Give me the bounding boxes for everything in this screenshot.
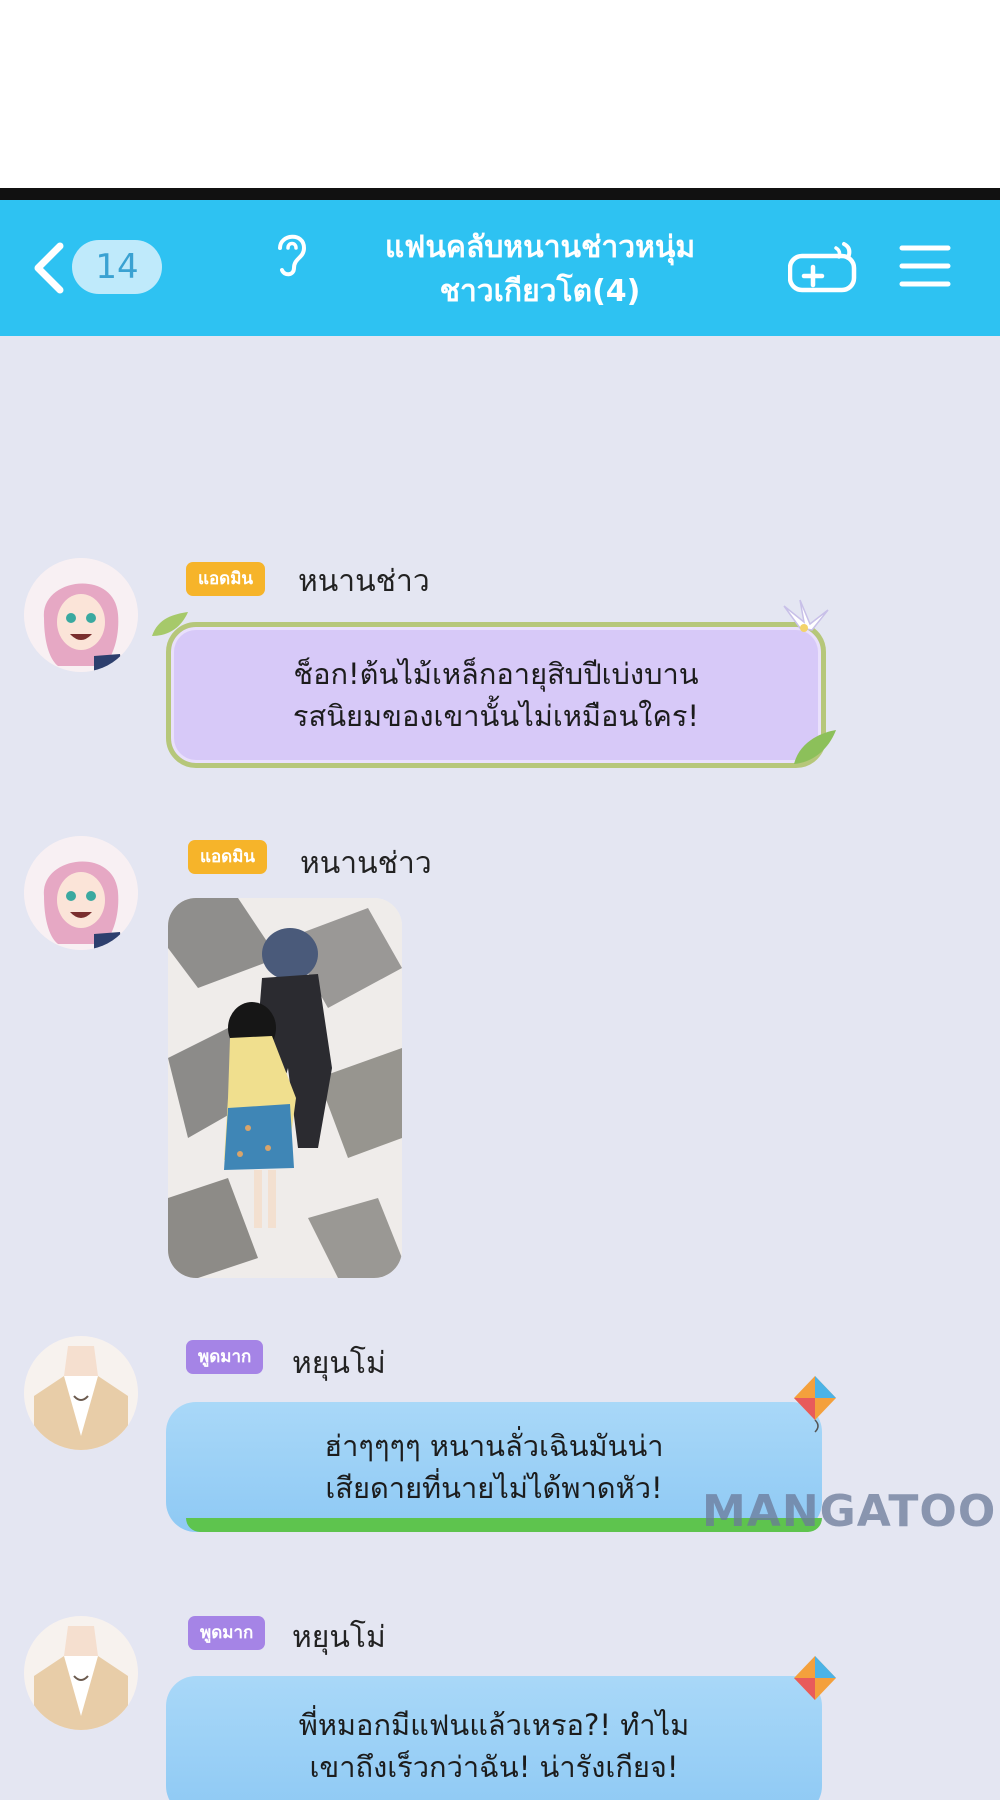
leaf-decoration-icon [152, 612, 188, 636]
back-chevron-icon[interactable] [28, 240, 68, 296]
role-badge-talkative: พูดมาก [188, 1616, 266, 1650]
avatar[interactable] [24, 558, 138, 672]
menu-icon[interactable] [898, 240, 952, 292]
watermark: MANGATOON [702, 1486, 1000, 1537]
role-badge-talkative: พูดมาก [186, 1340, 264, 1374]
message-bubble[interactable]: พี่หมอกมีแฟนแล้วเหรอ?! ทำไม เขาถึงเร็วกว… [166, 1676, 822, 1800]
role-badge-admin: แอดมิน [188, 840, 268, 874]
gamepad-icon[interactable] [788, 236, 860, 298]
sender-name: หนานช่าว [300, 846, 432, 881]
chat-header: 14 แฟนคลับหนานช่าวหนุ่ม ชาวเกียวโต(4) [0, 200, 1000, 336]
message-line-2: รสนิยมของเขานั้นไม่เหมือนใคร! [292, 699, 700, 733]
ear-icon[interactable] [270, 228, 314, 280]
chat-screen: 14 แฟนคลับหนานช่าวหนุ่ม ชาวเกียวโต(4) แอ… [0, 200, 1000, 1800]
chat-title-line-1: แฟนคลับหนานช่าวหนุ่ม [384, 230, 696, 265]
unread-count-badge[interactable]: 14 [72, 240, 162, 294]
role-badge-admin: แอดมิน [186, 562, 266, 596]
message-line-1: ช็อก!ต้นไม้เหล็กอายุสิบปีเบ่งบาน [293, 657, 699, 691]
message-image[interactable] [168, 898, 402, 1278]
avatar[interactable] [24, 836, 138, 950]
avatar[interactable] [24, 1616, 138, 1730]
avatar[interactable] [24, 1336, 138, 1450]
sender-name: หนานช่าว [298, 564, 430, 599]
top-divider [0, 188, 1000, 200]
chat-title: แฟนคลับหนานช่าวหนุ่ม ชาวเกียวโต(4) [340, 226, 740, 314]
message-line-2: เขาถึงเร็วกว่าฉัน! น่ารังเกียจ! [309, 1750, 679, 1784]
leaf-decoration-icon [794, 730, 836, 764]
chat-title-line-2: ชาวเกียวโต(4) [439, 274, 641, 309]
sender-name: หยุนโม่ [292, 1620, 386, 1655]
lily-decoration-icon [783, 599, 829, 632]
sender-name: หยุนโม่ [292, 1346, 386, 1381]
kite-decoration-icon [794, 1376, 836, 1433]
message-line-1: พี่หมอกมีแฟนแล้วเหรอ?! ทำไม [298, 1708, 690, 1742]
message-bubble[interactable]: ช็อก!ต้นไม้เหล็กอายุสิบปีเบ่งบาน รสนิยมข… [166, 622, 826, 768]
kite-decoration-icon [794, 1656, 836, 1700]
message-line-1: ฮ่าๆๆๆๆ หนานลั่วเฉินมันน่า [324, 1429, 664, 1463]
